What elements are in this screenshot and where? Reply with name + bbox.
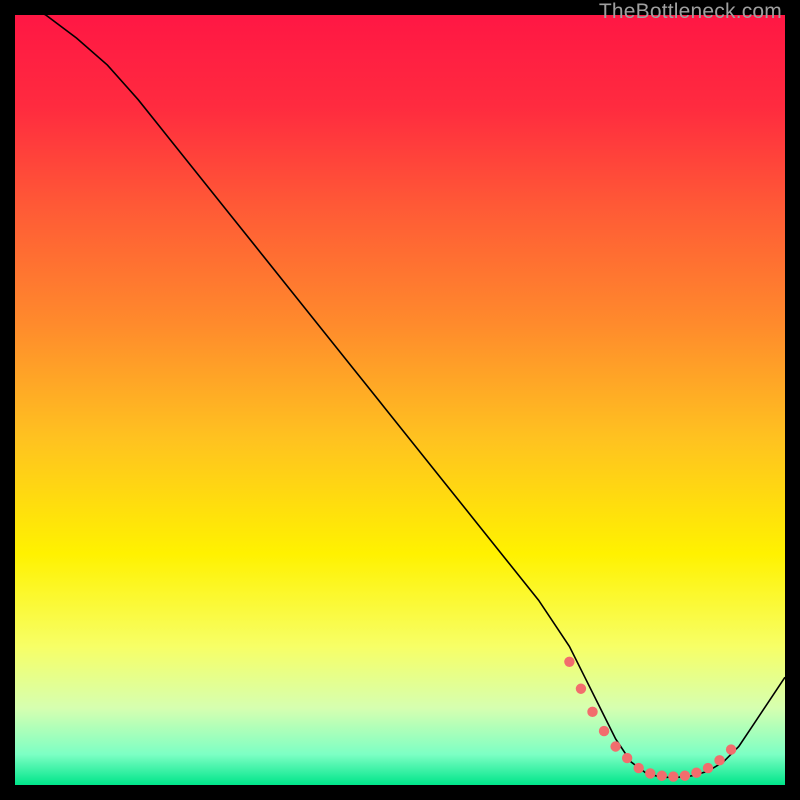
highlight-dot [645,768,655,778]
highlight-dot [610,741,620,751]
watermark-text: TheBottleneck.com [599,0,782,24]
highlight-dot [657,771,667,781]
highlight-dot [564,657,574,667]
highlight-dot [668,771,678,781]
highlight-dot [622,753,632,763]
highlight-dot [634,763,644,773]
highlight-dot [587,707,597,717]
highlight-dot [599,726,609,736]
highlight-dot [576,684,586,694]
highlight-dot [691,767,701,777]
chart-plot-area [15,15,785,785]
chart-frame: TheBottleneck.com [0,0,800,800]
highlight-dot [726,744,736,754]
highlight-dot [680,771,690,781]
chart-background [15,15,785,785]
chart-svg [15,15,785,785]
highlight-dot [714,755,724,765]
highlight-dot [703,763,713,773]
